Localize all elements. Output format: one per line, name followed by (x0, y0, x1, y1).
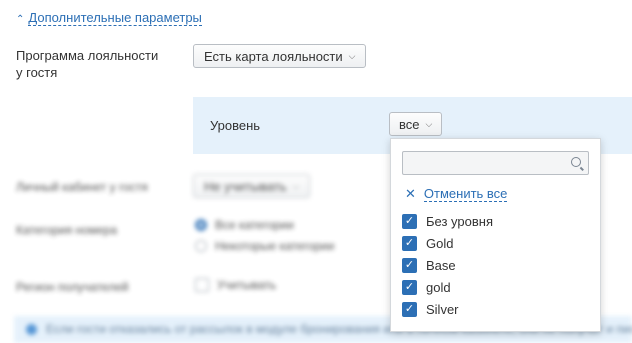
option-label: Silver (426, 302, 459, 317)
room-category-option-label: Некоторые категории (215, 239, 335, 253)
level-select-value: все (399, 116, 420, 132)
radio-selected-icon (195, 219, 207, 231)
dropdown-option-base[interactable]: ✓ Base (402, 258, 456, 273)
checkbox-checked-icon: ✓ (402, 236, 417, 251)
chevron-down-icon: ⌵ (348, 50, 356, 61)
option-label: Base (426, 258, 456, 273)
radio-unselected-icon (195, 240, 207, 252)
option-label: Без уровня (426, 214, 493, 229)
checkbox-checked-icon: ✓ (402, 280, 417, 295)
region-checkbox-label: Учитывать (217, 278, 277, 292)
dropdown-search-input[interactable] (403, 152, 575, 174)
dropdown-option-no-level[interactable]: ✓ Без уровня (402, 214, 493, 229)
option-label: gold (426, 280, 451, 295)
level-select[interactable]: все ⌵ (389, 112, 443, 136)
level-label: Уровень (210, 118, 261, 133)
chevron-up-icon: ⌃ (16, 14, 25, 25)
cabinet-select[interactable]: Не учитывать ⌵ (193, 174, 311, 198)
close-icon: ✕ (405, 186, 416, 201)
region-label: Регион получателей (16, 280, 129, 294)
room-category-option-some[interactable]: Некоторые категории (195, 239, 334, 253)
loyalty-select[interactable]: Есть карта лояльности ⌵ (193, 44, 367, 68)
chevron-down-icon: ⌵ (292, 180, 300, 191)
option-label: Gold (426, 236, 454, 251)
level-dropdown: ✕ Отменить все ✓ Без уровня ✓ Gold ✓ Bas… (390, 138, 601, 332)
additional-params-toggle[interactable]: ⌃ Дополнительные параметры (16, 10, 202, 26)
dropdown-search[interactable] (402, 151, 589, 175)
checkbox-icon (195, 278, 209, 292)
room-category-option-all[interactable]: Все категории (195, 218, 294, 232)
chevron-down-icon: ⌵ (425, 118, 433, 129)
search-icon (571, 157, 581, 167)
room-category-option-label: Все категории (215, 218, 294, 232)
cancel-all-button[interactable]: ✕ Отменить все (405, 186, 508, 202)
loyalty-label: Программа лояльности у гостя (16, 48, 159, 80)
info-icon (26, 324, 37, 335)
checkbox-checked-icon: ✓ (402, 258, 417, 273)
room-category-label: Категория номера (16, 223, 118, 237)
checkbox-checked-icon: ✓ (402, 302, 417, 317)
dropdown-option-gold-lower[interactable]: ✓ gold (402, 280, 451, 295)
loyalty-select-value: Есть карта лояльности (204, 48, 343, 64)
checkbox-checked-icon: ✓ (402, 214, 417, 229)
dropdown-option-gold[interactable]: ✓ Gold (402, 236, 453, 251)
additional-params-label: Дополнительные параметры (28, 10, 202, 26)
cabinet-label: Личный кабинет у гостя (16, 180, 148, 194)
region-checkbox[interactable]: Учитывать (195, 278, 276, 292)
cabinet-select-value: Не учитывать (204, 178, 287, 194)
dropdown-option-silver[interactable]: ✓ Silver (402, 302, 459, 317)
cancel-all-label: Отменить все (423, 186, 508, 202)
